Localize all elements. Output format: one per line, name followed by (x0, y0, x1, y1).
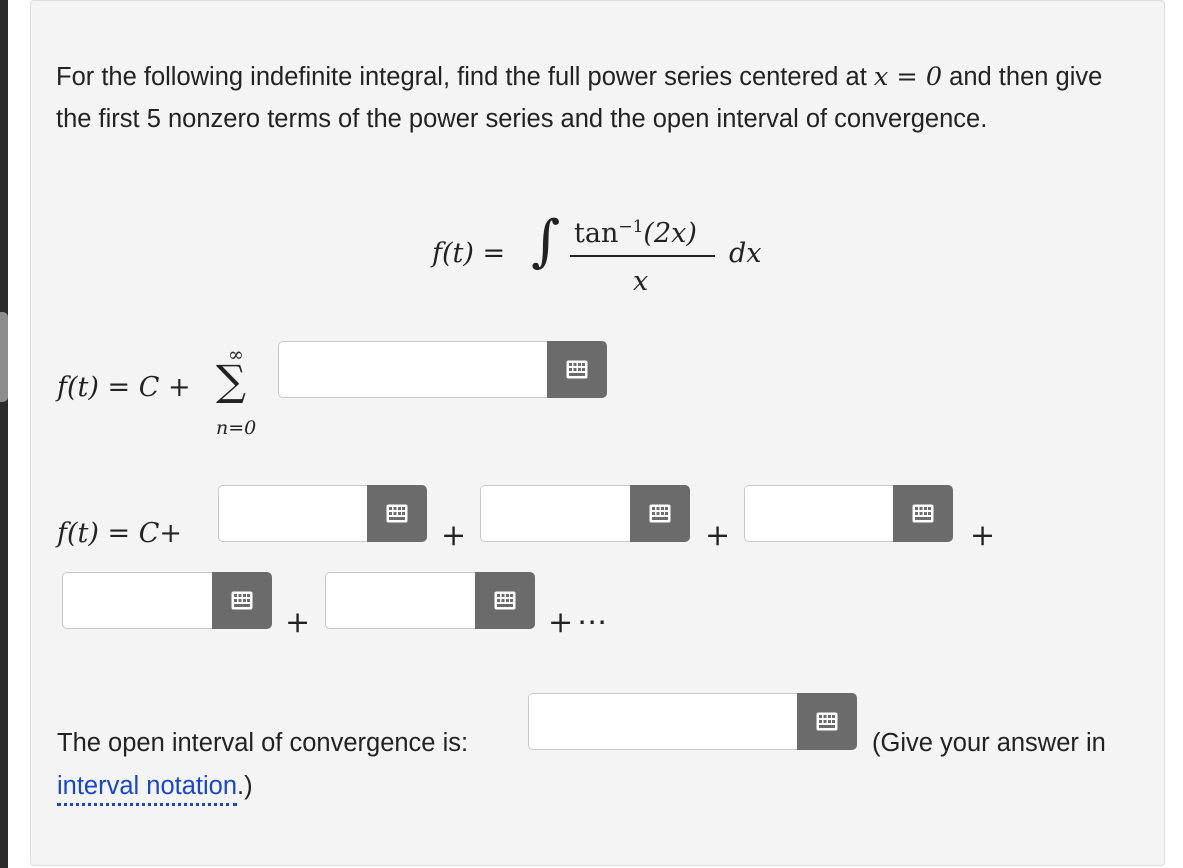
interval-hint-suffix: .) (237, 772, 253, 800)
trailing-ellipsis: +⋯ (548, 605, 612, 640)
term-4-input[interactable] (62, 572, 213, 629)
term-3-input[interactable] (744, 485, 894, 542)
fraction-bar (570, 255, 715, 257)
sigma-symbol: ∑ (216, 356, 246, 405)
keyboard-icon (912, 504, 934, 523)
keyboard-icon (566, 360, 588, 379)
integral-differential: dx (729, 238, 762, 269)
plus-sign: + (285, 605, 311, 640)
term-5-keyboard-button[interactable] (475, 572, 535, 629)
keyboard-icon (494, 591, 516, 610)
interval-input[interactable] (528, 693, 798, 750)
interval-hint-prefix: (Give your answer in (872, 729, 1106, 757)
term-1-input[interactable] (218, 485, 368, 542)
term-1-keyboard-button[interactable] (367, 485, 427, 542)
keyboard-icon (231, 591, 253, 610)
terms-lhs: f(t) = C+ (57, 518, 182, 549)
series-keyboard-button[interactable] (547, 341, 607, 398)
integral-denominator: x (633, 266, 649, 297)
integral-lhs: f(t) = (432, 238, 506, 269)
keyboard-icon (649, 504, 671, 523)
plus-sign: + (970, 518, 996, 553)
prompt-text-1: For the following indefinite integral, f… (56, 63, 867, 91)
scroll-thumb[interactable] (0, 312, 8, 402)
keyboard-icon (386, 504, 408, 523)
left-scroll-bar[interactable] (0, 0, 8, 868)
prompt-math: x = 0 (873, 62, 943, 92)
integral-sign: ∫ (531, 209, 561, 274)
question-prompt: For the following indefinite integral, f… (56, 56, 1136, 140)
series-lhs: f(t) = C + (57, 372, 191, 403)
plus-sign: + (441, 518, 467, 553)
interval-label: The open interval of convergence is: (57, 729, 469, 757)
term-4-keyboard-button[interactable] (212, 572, 272, 629)
term-3-keyboard-button[interactable] (893, 485, 953, 542)
sigma-lower-limit: n=0 (216, 417, 257, 439)
interval-hint-line2: interval notation.) (57, 772, 253, 806)
term-2-input[interactable] (480, 485, 631, 542)
term-2-keyboard-button[interactable] (630, 485, 690, 542)
series-general-term-input[interactable] (278, 341, 548, 398)
integral-numerator: tan−1(2x) (574, 217, 697, 249)
plus-sign: + (705, 518, 731, 553)
keyboard-icon (816, 712, 838, 731)
interval-keyboard-button[interactable] (797, 693, 857, 750)
interval-notation-link[interactable]: interval notation (57, 772, 238, 806)
term-5-input[interactable] (325, 572, 476, 629)
